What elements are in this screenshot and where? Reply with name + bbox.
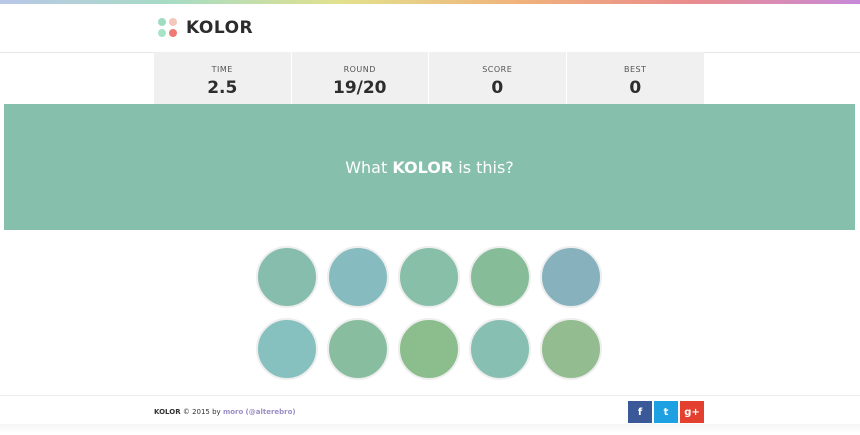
stat-label: BEST bbox=[623, 65, 647, 74]
twitter-icon: t bbox=[663, 406, 669, 418]
swatch-grid bbox=[256, 246, 606, 380]
stat-value: 0 bbox=[491, 78, 504, 98]
question-brand: KOLOR bbox=[392, 157, 454, 177]
stat-score: SCORE 0 bbox=[429, 52, 567, 104]
color-swatch[interactable] bbox=[398, 246, 460, 308]
google-plus-share-button[interactable]: g+ bbox=[680, 401, 704, 423]
twitter-share-button[interactable]: t bbox=[654, 401, 678, 423]
stat-value: 0 bbox=[629, 78, 642, 98]
google-plus-icon: g+ bbox=[684, 406, 700, 418]
copyright-text: KOLOR © 2015 by moro (@alterebro) bbox=[154, 408, 296, 416]
facebook-icon: f bbox=[637, 406, 643, 418]
target-color-panel: What KOLOR is this? bbox=[4, 104, 855, 230]
color-swatch[interactable] bbox=[540, 318, 602, 380]
stats-bar: TIME 2.5 ROUND 19/20 SCORE 0 BEST 0 bbox=[154, 52, 704, 104]
footer-brand: KOLOR bbox=[154, 408, 181, 416]
facebook-share-button[interactable]: f bbox=[628, 401, 652, 423]
stat-label: TIME bbox=[211, 65, 233, 74]
color-swatch[interactable] bbox=[398, 318, 460, 380]
color-swatch[interactable] bbox=[327, 318, 389, 380]
author-link[interactable]: moro bbox=[223, 408, 243, 416]
color-swatch[interactable] bbox=[540, 246, 602, 308]
stat-label: SCORE bbox=[482, 65, 513, 74]
question-prefix: What bbox=[345, 157, 393, 177]
author-handle-link[interactable]: (@alterebro) bbox=[246, 408, 296, 416]
footer-middle: © 2015 by bbox=[180, 408, 223, 416]
color-swatch[interactable] bbox=[469, 318, 531, 380]
social-share-buttons: f t g+ bbox=[628, 401, 706, 423]
color-swatch[interactable] bbox=[256, 318, 318, 380]
logo[interactable]: KOLOR bbox=[158, 18, 253, 38]
stat-best: BEST 0 bbox=[566, 52, 704, 104]
stat-value: 2.5 bbox=[207, 78, 238, 98]
stat-round: ROUND 19/20 bbox=[291, 52, 429, 104]
footer-shadow bbox=[0, 424, 860, 434]
logo-dots-icon bbox=[158, 18, 178, 38]
stat-label: ROUND bbox=[343, 65, 376, 74]
stat-time: TIME 2.5 bbox=[154, 52, 292, 104]
color-swatch[interactable] bbox=[469, 246, 531, 308]
question-suffix: is this? bbox=[453, 157, 514, 177]
header: KOLOR bbox=[0, 4, 860, 53]
stat-value: 19/20 bbox=[332, 78, 387, 98]
question-text: What KOLOR is this? bbox=[345, 158, 514, 177]
color-swatch[interactable] bbox=[327, 246, 389, 308]
color-swatch[interactable] bbox=[256, 246, 318, 308]
logo-text: KOLOR bbox=[186, 18, 254, 38]
